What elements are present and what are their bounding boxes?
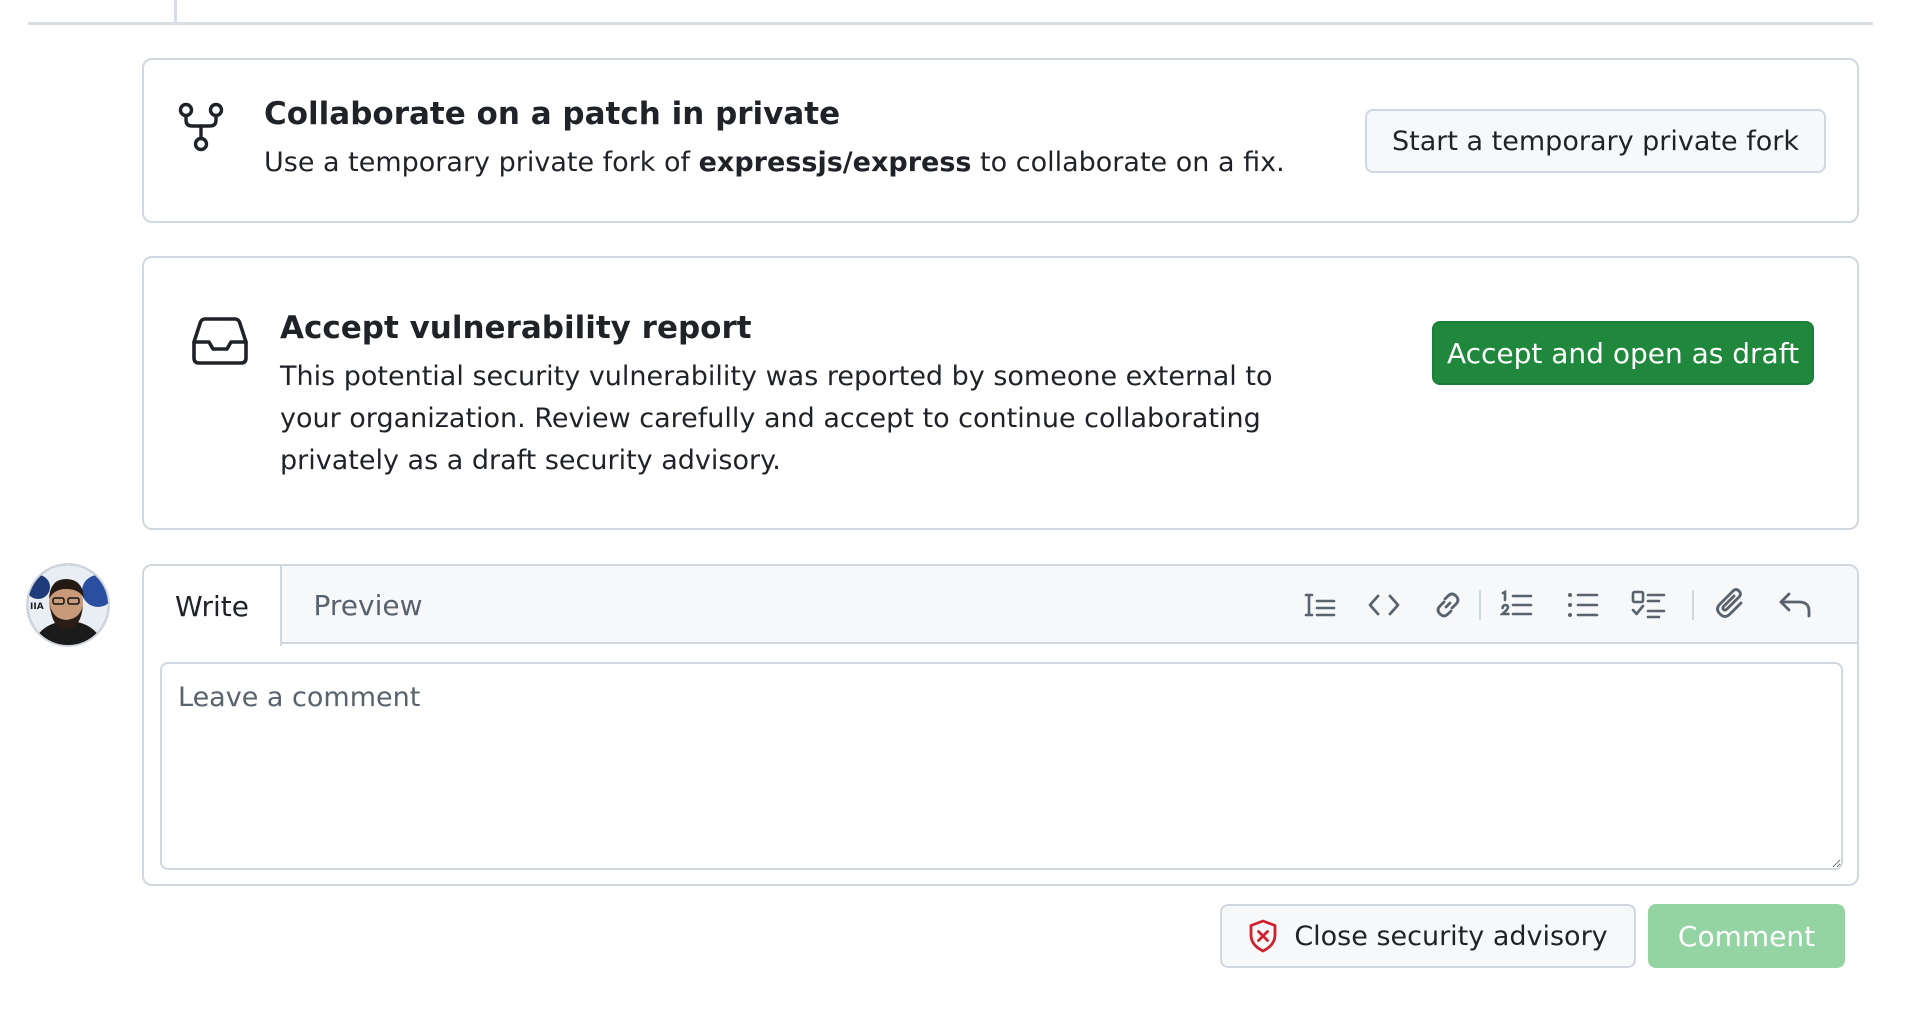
- timeline-divider: [28, 22, 1873, 25]
- shield-x-icon: [1248, 919, 1278, 953]
- comment-editor: Write Preview: [142, 564, 1859, 886]
- heading-icon[interactable]: [1300, 585, 1340, 625]
- link-icon[interactable]: [1428, 585, 1468, 625]
- editor-header: Write Preview: [144, 566, 1857, 646]
- accept-card-description: This potential security vulnerability wa…: [280, 361, 1273, 476]
- task-list-icon[interactable]: [1629, 585, 1669, 625]
- repo-forked-icon: [178, 102, 224, 156]
- repo-name: expressjs/express: [698, 147, 972, 178]
- close-security-advisory-label: Close security advisory: [1294, 920, 1608, 952]
- accept-card-title: Accept vulnerability report: [280, 310, 752, 346]
- comment-button[interactable]: Comment: [1648, 904, 1845, 968]
- ordered-list-icon[interactable]: [1497, 585, 1537, 625]
- tab-write[interactable]: Write: [144, 566, 282, 646]
- accept-and-open-draft-button[interactable]: Accept and open as draft: [1432, 321, 1814, 385]
- accept-report-card: Accept vulnerability report This potenti…: [142, 256, 1859, 530]
- unordered-list-icon[interactable]: [1563, 585, 1603, 625]
- avatar[interactable]: IIA: [26, 563, 110, 647]
- fork-desc-prefix: Use a temporary private fork of: [264, 147, 699, 178]
- fork-card-description: Use a temporary private fork of expressj…: [264, 142, 1285, 184]
- toolbar-separator: [1692, 590, 1694, 620]
- inbox-icon: [192, 316, 248, 370]
- close-security-advisory-button[interactable]: Close security advisory: [1220, 904, 1636, 968]
- fork-desc-suffix: to collaborate on a fix.: [971, 147, 1285, 178]
- attach-icon[interactable]: [1711, 585, 1751, 625]
- tab-preview[interactable]: Preview: [282, 566, 454, 644]
- start-private-fork-button[interactable]: Start a temporary private fork: [1365, 109, 1826, 173]
- code-icon[interactable]: [1364, 585, 1404, 625]
- reply-icon[interactable]: [1775, 585, 1815, 625]
- fork-card-title: Collaborate on a patch in private: [264, 96, 841, 132]
- private-fork-card: Collaborate on a patch in private Use a …: [142, 58, 1859, 223]
- comment-textarea[interactable]: [160, 662, 1843, 870]
- toolbar-separator: [1479, 590, 1481, 620]
- svg-text:IIA: IIA: [30, 602, 44, 612]
- timeline-connector: [174, 0, 177, 22]
